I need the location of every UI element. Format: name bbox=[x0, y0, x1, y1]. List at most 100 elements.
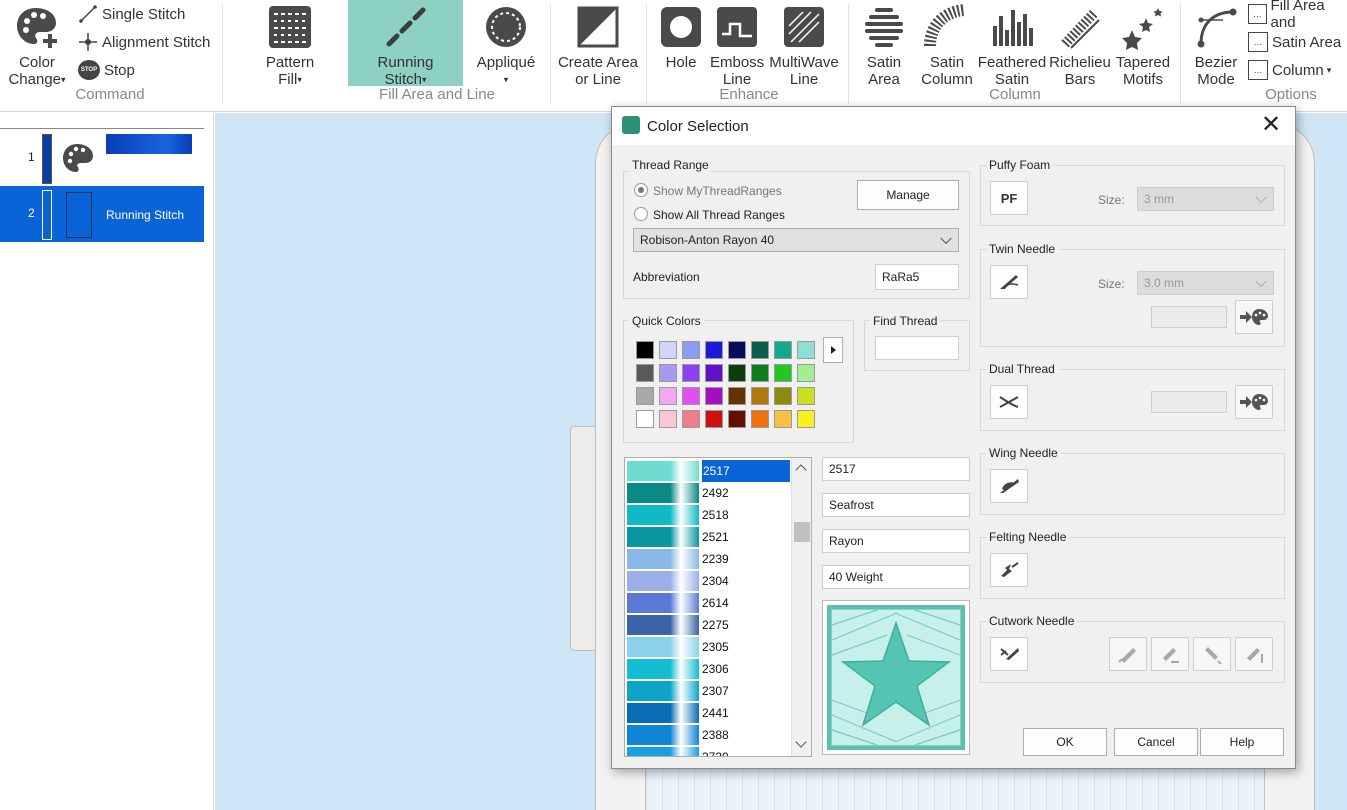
quick-color-swatch[interactable] bbox=[751, 387, 769, 405]
quick-color-swatch[interactable] bbox=[728, 410, 746, 428]
color-change-button[interactable]: Color Change▾ bbox=[4, 2, 70, 89]
thread-row[interactable]: 2441 bbox=[626, 702, 791, 724]
cancel-button[interactable]: Cancel bbox=[1114, 728, 1198, 756]
thread-row[interactable]: 2304 bbox=[626, 570, 791, 592]
create-area-button[interactable]: Create Area or Line bbox=[556, 2, 640, 88]
thread-row[interactable]: 2614 bbox=[626, 592, 791, 614]
layer-row-selected[interactable]: 2 Running Stitch bbox=[0, 186, 204, 242]
help-button[interactable]: Help bbox=[1200, 728, 1284, 756]
applique-button[interactable]: Appliqué ▾ bbox=[470, 2, 542, 89]
quick-color-swatch[interactable] bbox=[728, 364, 746, 382]
satin-area-button[interactable]: Satin Area bbox=[856, 2, 912, 88]
quick-color-swatch[interactable] bbox=[797, 341, 815, 359]
single-stitch-button[interactable]: Single Stitch bbox=[78, 2, 185, 26]
layer-row[interactable]: 1 bbox=[0, 130, 204, 186]
quick-color-swatch[interactable] bbox=[659, 364, 677, 382]
wing-needle-button[interactable] bbox=[990, 469, 1028, 503]
felting-needle-button[interactable] bbox=[990, 553, 1028, 587]
quick-color-swatch[interactable] bbox=[774, 341, 792, 359]
twin-needle-button[interactable] bbox=[990, 265, 1028, 299]
fill-area-option-button[interactable]: … Fill Area and bbox=[1248, 0, 1347, 31]
quick-color-swatch[interactable] bbox=[751, 364, 769, 382]
cutwork-needle-button[interactable] bbox=[990, 637, 1028, 671]
quick-color-swatch[interactable] bbox=[659, 410, 677, 428]
quick-color-swatch[interactable] bbox=[797, 410, 815, 428]
column-option-button[interactable]: … Column ▾ bbox=[1248, 58, 1331, 82]
quick-color-swatch[interactable] bbox=[659, 341, 677, 359]
twin-needle-color-field[interactable] bbox=[1151, 306, 1227, 328]
multiwave-line-button[interactable]: MultiWave Line bbox=[766, 2, 842, 88]
quick-color-swatch[interactable] bbox=[728, 341, 746, 359]
quick-color-swatch[interactable] bbox=[705, 387, 723, 405]
thread-weight-field[interactable]: 40 Weight bbox=[822, 565, 970, 589]
thread-name-field[interactable]: Seafrost bbox=[822, 493, 970, 517]
bezier-mode-button[interactable]: Bezier Mode bbox=[1188, 2, 1244, 88]
dual-thread-color-field[interactable] bbox=[1151, 391, 1227, 413]
thread-row[interactable]: 2306 bbox=[626, 658, 791, 680]
hole-button[interactable]: Hole bbox=[656, 2, 706, 71]
alignment-stitch-button[interactable]: Alignment Stitch bbox=[78, 30, 210, 54]
quick-color-swatch[interactable] bbox=[682, 387, 700, 405]
thread-row[interactable]: 2492 bbox=[626, 482, 791, 504]
quick-color-swatch[interactable] bbox=[636, 387, 654, 405]
abbreviation-field[interactable]: RaRa5 bbox=[875, 264, 959, 290]
show-my-thread-ranges-radio[interactable] bbox=[634, 183, 648, 197]
quick-color-swatch[interactable] bbox=[705, 410, 723, 428]
dual-thread-color-button[interactable] bbox=[1235, 385, 1273, 419]
quick-color-swatch[interactable] bbox=[774, 410, 792, 428]
quick-color-swatch[interactable] bbox=[682, 341, 700, 359]
close-icon[interactable]: ✕ bbox=[1259, 113, 1283, 137]
stop-button[interactable]: STOP Stop bbox=[78, 58, 135, 82]
thread-row[interactable]: 2275 bbox=[626, 614, 791, 636]
quick-color-swatch[interactable] bbox=[659, 387, 677, 405]
twin-needle-size-select[interactable]: 3.0 mm bbox=[1137, 271, 1274, 295]
quick-color-swatch[interactable] bbox=[751, 410, 769, 428]
manage-button[interactable]: Manage bbox=[857, 180, 959, 210]
cutwork-needle-3-button[interactable] bbox=[1193, 637, 1231, 671]
quick-color-swatch[interactable] bbox=[797, 364, 815, 382]
quick-color-swatch[interactable] bbox=[682, 364, 700, 382]
running-stitch-button[interactable]: Running Stitch▾ bbox=[348, 2, 463, 89]
thread-row[interactable]: 2239 bbox=[626, 548, 791, 570]
quick-color-swatch[interactable] bbox=[774, 387, 792, 405]
puffy-foam-size-select[interactable]: 3 mm bbox=[1137, 187, 1274, 211]
cutwork-needle-1-button[interactable] bbox=[1109, 637, 1147, 671]
quick-color-swatch[interactable] bbox=[797, 387, 815, 405]
thread-code-field[interactable]: 2517 bbox=[822, 457, 970, 481]
thread-row[interactable]: 2388 bbox=[626, 724, 791, 746]
thread-row[interactable]: 2730 bbox=[626, 746, 791, 756]
quick-color-swatch[interactable] bbox=[728, 387, 746, 405]
quick-color-swatch[interactable] bbox=[636, 364, 654, 382]
ok-button[interactable]: OK bbox=[1023, 728, 1107, 756]
richelieu-bars-button[interactable]: Richelieu Bars bbox=[1048, 2, 1112, 88]
chevron-up-icon[interactable] bbox=[795, 464, 807, 476]
thread-row[interactable]: 2521 bbox=[626, 526, 791, 548]
emboss-line-button[interactable]: Emboss Line bbox=[710, 2, 764, 88]
cutwork-needle-2-button[interactable] bbox=[1151, 637, 1189, 671]
quick-color-swatch[interactable] bbox=[636, 341, 654, 359]
thread-type-field[interactable]: Rayon bbox=[822, 529, 970, 553]
cutwork-needle-4-button[interactable] bbox=[1235, 637, 1273, 671]
thread-list-scrollbar[interactable] bbox=[791, 458, 811, 756]
thread-list[interactable]: 2517 2492 2518 2521 2239 2304 2614 2275 2305 2306… bbox=[624, 457, 812, 757]
quick-color-swatch[interactable] bbox=[774, 364, 792, 382]
thread-row[interactable]: 2307 bbox=[626, 680, 791, 702]
quick-color-swatch[interactable] bbox=[682, 410, 700, 428]
satin-area-option-button[interactable]: … Satin Area bbox=[1248, 30, 1341, 54]
quick-color-swatch[interactable] bbox=[636, 410, 654, 428]
quick-color-swatch[interactable] bbox=[705, 364, 723, 382]
puffy-foam-button[interactable]: PF bbox=[990, 181, 1028, 215]
quick-color-swatch[interactable] bbox=[751, 341, 769, 359]
scrollbar-thumb[interactable] bbox=[794, 522, 810, 542]
twin-needle-color-button[interactable] bbox=[1235, 300, 1273, 334]
thread-row-selected[interactable]: 2517 bbox=[626, 460, 791, 482]
thread-row[interactable]: 2518 bbox=[626, 504, 791, 526]
feathered-satin-button[interactable]: Feathered Satin bbox=[976, 2, 1048, 88]
quick-color-swatch[interactable] bbox=[705, 341, 723, 359]
pattern-fill-button[interactable]: Pattern Fill▾ bbox=[256, 2, 324, 89]
tapered-motifs-button[interactable]: Tapered Motifs bbox=[1112, 2, 1174, 88]
thread-range-select[interactable]: Robison-Anton Rayon 40 bbox=[633, 228, 959, 252]
find-thread-input[interactable] bbox=[875, 336, 959, 360]
quick-colors-more-button[interactable] bbox=[823, 337, 843, 363]
chevron-down-icon[interactable] bbox=[795, 736, 807, 748]
